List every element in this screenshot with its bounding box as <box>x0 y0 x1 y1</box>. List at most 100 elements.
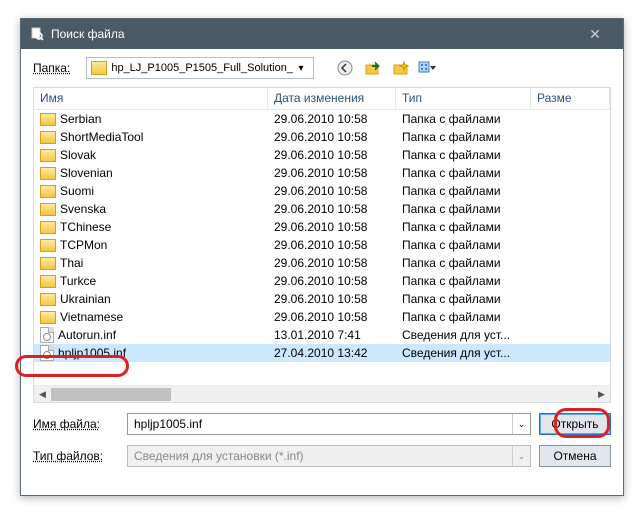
scroll-right-icon[interactable]: ▶ <box>593 386 610 403</box>
folder-icon <box>40 275 56 288</box>
file-name-text: ShortMediaTool <box>60 130 143 144</box>
cell-date: 29.06.2010 10:58 <box>268 148 396 162</box>
file-row[interactable]: Ukrainian29.06.2010 10:58Папка с файлами <box>34 290 610 308</box>
cell-name: Slovak <box>34 148 268 162</box>
close-button[interactable]: ✕ <box>575 22 615 46</box>
titlebar: Поиск файла ✕ <box>21 19 623 49</box>
file-name-text: Thai <box>60 256 83 270</box>
folder-icon <box>40 239 56 252</box>
column-type[interactable]: Тип <box>396 88 531 109</box>
chevron-down-icon[interactable]: ⌄ <box>512 414 530 434</box>
bottom-panel: Имя файла: hpljp1005.inf ⌄ Открыть Тип ф… <box>21 403 623 469</box>
folder-icon <box>40 131 56 144</box>
up-folder-button[interactable] <box>362 57 384 79</box>
folder-combo[interactable]: hp_LJ_P1005_P1505_Full_Solution_ ▾ <box>86 57 314 79</box>
file-list-body[interactable]: Serbian29.06.2010 10:58Папка с файламиSh… <box>34 110 610 385</box>
cell-name: Ukrainian <box>34 292 268 306</box>
cell-date: 29.06.2010 10:58 <box>268 112 396 126</box>
file-row[interactable]: TCPMon29.06.2010 10:58Папка с файлами <box>34 236 610 254</box>
cell-type: Папка с файлами <box>396 220 531 234</box>
cell-name: Serbian <box>34 112 268 126</box>
cell-date: 29.06.2010 10:58 <box>268 220 396 234</box>
folder-icon <box>40 149 56 162</box>
cell-name: Slovenian <box>34 166 268 180</box>
folder-combo-text: hp_LJ_P1005_P1505_Full_Solution_ <box>111 62 293 74</box>
filename-value: hpljp1005.inf <box>128 417 512 431</box>
file-row[interactable]: Vietnamese29.06.2010 10:58Папка с файлам… <box>34 308 610 326</box>
cell-type: Папка с файлами <box>396 202 531 216</box>
cell-type: Папка с файлами <box>396 166 531 180</box>
toolbar: Папка: hp_LJ_P1005_P1505_Full_Solution_ … <box>21 49 623 87</box>
file-row[interactable]: Suomi 29.06.2010 10:58Папка с файлами <box>34 182 610 200</box>
cell-type: Папка с файлами <box>396 184 531 198</box>
cell-name: Autorun.inf <box>34 327 268 343</box>
filetype-combo[interactable]: Сведения для установки (*.inf) ⌄ <box>127 445 531 467</box>
file-row[interactable]: Turkce29.06.2010 10:58Папка с файлами <box>34 272 610 290</box>
folder-icon <box>40 311 56 324</box>
cell-type: Папка с файлами <box>396 292 531 306</box>
cell-date: 29.06.2010 10:58 <box>268 184 396 198</box>
folder-icon <box>40 167 56 180</box>
cell-name: Turkce <box>34 274 268 288</box>
cell-name: Suomi <box>34 184 268 198</box>
cell-date: 29.06.2010 10:58 <box>268 256 396 270</box>
column-date[interactable]: Дата изменения <box>268 88 396 109</box>
scroll-left-icon[interactable]: ◀ <box>34 386 51 403</box>
scroll-track[interactable] <box>51 386 593 402</box>
cell-type: Сведения для уст... <box>396 328 531 342</box>
cell-type: Папка с файлами <box>396 256 531 270</box>
file-name-text: Serbian <box>60 112 101 126</box>
folder-icon <box>40 113 56 126</box>
file-row[interactable]: TChinese29.06.2010 10:58Папка с файлами <box>34 218 610 236</box>
folder-label: Папка: <box>33 61 70 75</box>
cell-name: ShortMediaTool <box>34 130 268 144</box>
cell-name: Thai <box>34 256 268 270</box>
file-row-selected[interactable]: hpljp1005.inf27.04.2010 13:42Сведения дл… <box>34 344 610 362</box>
window-title: Поиск файла <box>51 27 575 41</box>
folder-icon <box>40 221 56 234</box>
view-mode-button[interactable] <box>418 57 440 79</box>
cell-type: Папка с файлами <box>396 148 531 162</box>
open-button[interactable]: Открыть <box>539 413 611 435</box>
file-row[interactable]: Slovenian29.06.2010 10:58Папка с файлами <box>34 164 610 182</box>
back-button[interactable] <box>334 57 356 79</box>
cell-date: 29.06.2010 10:58 <box>268 238 396 252</box>
file-name-text: Suomi <box>60 184 94 198</box>
cell-name: Vietnamese <box>34 310 268 324</box>
file-name-text: Slovak <box>60 148 96 162</box>
file-name-text: Vietnamese <box>60 310 123 324</box>
cell-type: Папка с файлами <box>396 310 531 324</box>
file-name-text: TCPMon <box>60 238 107 252</box>
cell-name: TCPMon <box>34 238 268 252</box>
file-row[interactable]: Slovak 29.06.2010 10:58Папка с файлами <box>34 146 610 164</box>
filename-input[interactable]: hpljp1005.inf ⌄ <box>127 413 531 435</box>
new-folder-button[interactable] <box>390 57 412 79</box>
filetype-label: Тип файлов: <box>33 449 119 463</box>
inf-file-icon <box>40 345 54 361</box>
folder-icon <box>91 61 107 75</box>
file-row[interactable]: ShortMediaTool 29.06.2010 10:58Папка с фа… <box>34 128 610 146</box>
chevron-down-icon: ▾ <box>293 63 309 74</box>
horizontal-scrollbar[interactable]: ◀ ▶ <box>34 385 610 402</box>
filename-label: Имя файла: <box>33 417 119 431</box>
file-row[interactable]: Autorun.inf13.01.2010 7:41Сведения для у… <box>34 326 610 344</box>
file-row[interactable]: Svenska29.06.2010 10:58Папка с файлами <box>34 200 610 218</box>
file-row[interactable]: Thai 29.06.2010 10:58Папка с файлами <box>34 254 610 272</box>
column-name[interactable]: Имя <box>34 88 268 109</box>
file-name-text: Svenska <box>60 202 106 216</box>
file-list: Имя Дата изменения Тип Разме Serbian 29.0… <box>33 87 611 403</box>
cell-date: 29.06.2010 10:58 <box>268 130 396 144</box>
cell-name: Svenska <box>34 202 268 216</box>
scroll-thumb[interactable] <box>51 388 171 401</box>
column-size[interactable]: Разме <box>531 88 610 109</box>
cancel-button[interactable]: Отмена <box>539 445 611 467</box>
file-name-text: hpljp1005.inf <box>58 346 126 360</box>
cell-name: TChinese <box>34 220 268 234</box>
cell-type: Папка с файлами <box>396 274 531 288</box>
filetype-value: Сведения для установки (*.inf) <box>128 449 512 463</box>
cell-type: Папка с файлами <box>396 130 531 144</box>
chevron-down-icon[interactable]: ⌄ <box>512 446 530 466</box>
inf-file-icon <box>40 327 54 343</box>
file-name-text: Turkce <box>60 274 96 288</box>
file-row[interactable]: Serbian29.06.2010 10:58Папка с файлами <box>34 110 610 128</box>
